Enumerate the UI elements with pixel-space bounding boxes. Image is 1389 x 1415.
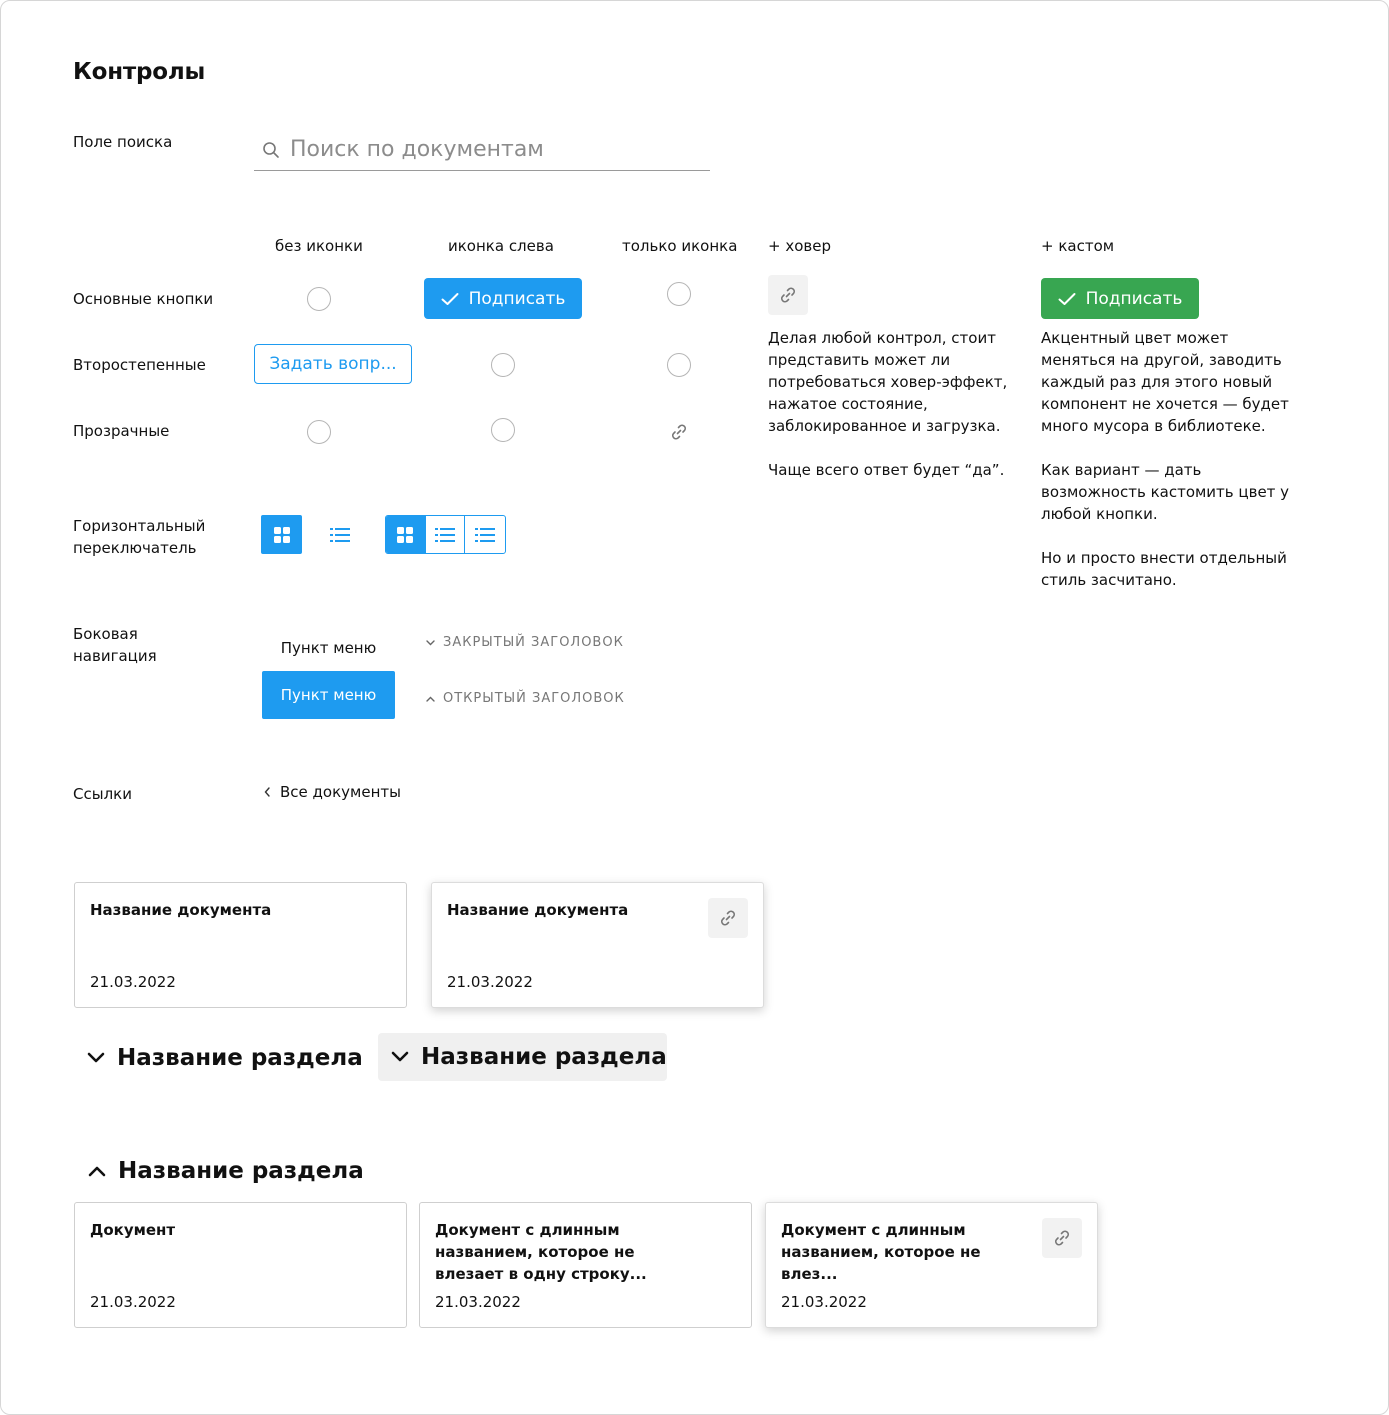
card-date: 21.03.2022: [781, 1293, 867, 1311]
page-title: Контролы: [73, 59, 206, 85]
document-card-hover[interactable]: Название документа 21.03.2022: [431, 882, 764, 1008]
list-icon: [475, 527, 496, 542]
controls-frame: Контролы Поле поиска без иконки иконка с…: [0, 0, 1389, 1415]
hover-note-1: Делая любой контрол, стоит представить м…: [768, 329, 1008, 435]
chevron-down-icon: [391, 1051, 409, 1062]
back-link-label: Все документы: [280, 783, 401, 801]
placeholder-radio: [307, 287, 331, 311]
document-card[interactable]: Документ 21.03.2022: [74, 1202, 407, 1328]
card-link-button[interactable]: [708, 898, 748, 938]
card-date: 21.03.2022: [90, 1293, 176, 1311]
open-header-label: ОТКРЫТЫЙ ЗАГОЛОВОК: [443, 691, 625, 706]
list-icon: [329, 527, 350, 542]
chevron-down-icon: [426, 639, 435, 645]
card-title: Название документа: [90, 901, 272, 919]
card-title: Название документа: [447, 901, 629, 919]
card-title: Документ: [90, 1221, 176, 1239]
placeholder-radio: [667, 282, 691, 306]
grid-icon: [397, 526, 414, 543]
link-icon: [1055, 1230, 1069, 1246]
search-icon: [263, 141, 279, 158]
row-label-primary: Основные кнопки: [73, 290, 214, 308]
sidenav-item-active[interactable]: Пункт меню: [262, 671, 395, 719]
chevron-left-icon: [264, 787, 270, 797]
link-icon: [672, 424, 686, 440]
sign-button-label: Подписать: [468, 288, 566, 309]
sign-button-custom[interactable]: Подписать: [1041, 278, 1199, 319]
sidenav-item[interactable]: Пункт меню: [262, 631, 395, 665]
col-head-custom: + кастом: [1041, 237, 1115, 255]
section-title: Название раздела: [117, 1045, 363, 1071]
link-icon: [721, 910, 735, 926]
section-header-expanded[interactable]: Название раздела: [88, 1149, 364, 1193]
grid-icon: [273, 526, 290, 543]
sidenav-row-label: Боковая навигация: [73, 625, 157, 665]
card-link-button[interactable]: [1042, 1218, 1082, 1258]
ask-question-button[interactable]: Задать вопр...: [254, 344, 412, 384]
search-row-label: Поле поиска: [73, 133, 173, 151]
check-icon: [441, 292, 459, 305]
closed-header-label: ЗАКРЫТЫЙ ЗАГОЛОВОК: [443, 635, 624, 650]
chevron-up-icon: [426, 696, 435, 702]
segment-list[interactable]: [426, 516, 466, 553]
section-title: Название раздела: [118, 1158, 364, 1184]
list-icon: [435, 527, 455, 542]
grid-view-toggle[interactable]: [261, 515, 302, 554]
card-date: 21.03.2022: [447, 973, 533, 991]
links-row-label: Ссылки: [73, 785, 132, 803]
placeholder-radio: [491, 353, 515, 377]
segment-grid[interactable]: [386, 516, 426, 553]
custom-note-1: Акцентный цвет может меняться на другой,…: [1041, 329, 1289, 435]
check-icon: [1058, 292, 1076, 305]
col-head-icon-left: иконка слева: [448, 237, 554, 255]
switcher-row-label: Горизонтальный переключатель: [73, 517, 206, 557]
card-date: 21.03.2022: [90, 973, 176, 991]
search-field[interactable]: [254, 129, 710, 171]
row-label-secondary: Второстепенные: [73, 356, 206, 374]
sign-button-custom-label: Подписать: [1085, 288, 1183, 309]
segment-list-2[interactable]: [465, 516, 505, 553]
placeholder-radio: [491, 418, 515, 442]
placeholder-radio: [307, 420, 331, 444]
view-switcher-group: [385, 515, 506, 554]
card-date: 21.03.2022: [435, 1293, 521, 1311]
sidenav-closed-header[interactable]: ЗАКРЫТЫЙ ЗАГОЛОВОК: [426, 635, 624, 650]
col-head-no-icon: без иконки: [275, 237, 363, 255]
col-head-icon-only: только иконка: [622, 237, 738, 255]
row-label-transparent: Прозрачные: [73, 422, 170, 440]
document-card-long[interactable]: Документ с длинным названием, которое не…: [419, 1202, 752, 1328]
custom-note-3: Но и просто внести отдельный стиль засчи…: [1041, 549, 1287, 589]
section-title: Название раздела: [421, 1044, 667, 1070]
chevron-up-icon: [88, 1166, 106, 1177]
card-title: Документ с длинным названием, которое не…: [435, 1221, 647, 1283]
section-header-collapsed[interactable]: Название раздела: [87, 1036, 363, 1080]
search-input[interactable]: [290, 137, 690, 162]
hover-note-2: Чаще всего ответ будет “да”.: [768, 461, 1005, 479]
sign-button-primary[interactable]: Подписать: [424, 278, 582, 319]
link-icon-button-transparent[interactable]: [667, 420, 691, 444]
document-card[interactable]: Название документа 21.03.2022: [74, 882, 407, 1008]
placeholder-radio: [667, 353, 691, 377]
sidenav-open-header[interactable]: ОТКРЫТЫЙ ЗАГОЛОВОК: [426, 691, 625, 706]
list-view-toggle[interactable]: [319, 515, 360, 554]
card-title: Документ с длинным названием, которое не…: [781, 1221, 981, 1283]
link-icon-button-hover[interactable]: [768, 275, 808, 315]
link-icon: [781, 287, 795, 303]
custom-note-2: Как вариант — дать возможность кастомить…: [1041, 461, 1290, 523]
document-card-long-hover[interactable]: Документ с длинным названием, которое не…: [765, 1202, 1098, 1328]
chevron-down-icon: [87, 1052, 105, 1063]
back-link[interactable]: Все документы: [264, 783, 401, 801]
col-head-hover: + ховер: [768, 237, 831, 255]
section-header-collapsed-hover[interactable]: Название раздела: [378, 1033, 667, 1081]
